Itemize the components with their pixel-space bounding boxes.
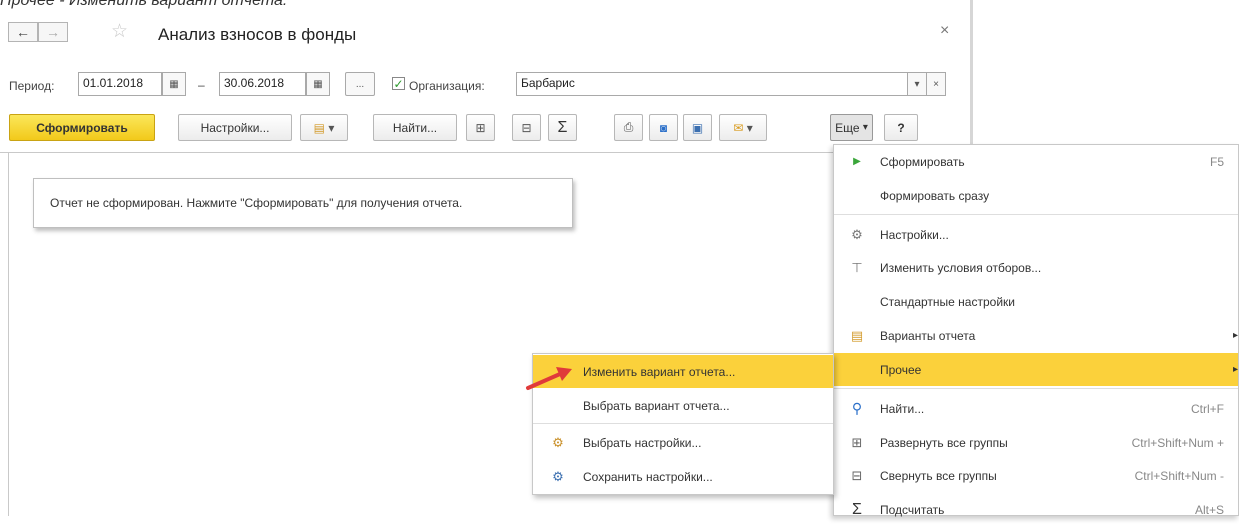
filter-icon: ⊤ [851, 259, 863, 275]
report-variants-icon: ▤ [850, 327, 864, 343]
preview-icon: ◙ [659, 120, 668, 135]
email-button[interactable]: ✉ ▾ [719, 114, 767, 141]
menu-item-settings[interactable]: ⚙ Настройки... [834, 218, 1238, 251]
toolbar-separator [0, 152, 969, 153]
caption-text: Прочее - Изменить вариант отчета. [0, 0, 288, 9]
menu-item-standard-settings[interactable]: Стандартные настройки [834, 285, 1238, 318]
chevron-down-icon: ▾ [914, 78, 920, 90]
expand-groups-icon: ⊞ [851, 434, 863, 450]
submenu-arrow-icon: ▸ [1232, 364, 1238, 375]
search-icon: ⚲ [851, 400, 863, 416]
close-icon[interactable]: × [940, 22, 949, 40]
chevron-down-icon: ▾ [862, 122, 868, 133]
back-arrow-icon: ← [16, 24, 30, 40]
check-icon: ✓ [393, 76, 404, 91]
menu-item-other[interactable]: Прочее ▸ [834, 353, 1238, 386]
window-title: Анализ взносов в фонды [158, 25, 357, 44]
report-not-generated-notice: Отчет не сформирован. Нажмите "Сформиров… [33, 178, 573, 228]
menu-item-generate-immediately[interactable]: Формировать сразу [834, 179, 1238, 212]
play-icon: ▶ [853, 156, 861, 167]
help-button[interactable]: ? [884, 114, 918, 141]
envelope-icon: ✉ [733, 120, 744, 135]
menu-item-collapse-groups[interactable]: ⊟ Свернуть все группы Ctrl+Shift+Num - [834, 459, 1238, 492]
settings-icon: ⚙ [851, 226, 863, 242]
settings-button[interactable]: Настройки... [178, 114, 292, 141]
period-label: Период: [9, 79, 55, 93]
calendar-icon: ▦ [169, 78, 179, 90]
select-settings-icon: ⚙ [552, 434, 564, 450]
calendar-to-button[interactable]: ▦ [306, 72, 330, 96]
report-variants-icon: ▤ [313, 120, 325, 135]
expand-groups-icon: ⊞ [475, 120, 486, 135]
sum-button[interactable]: Σ [548, 114, 577, 141]
menu-item-change-filters[interactable]: ⊤ Изменить условия отборов... [834, 251, 1238, 284]
submenu-item-save-settings[interactable]: ⚙ Сохранить настройки... [533, 460, 833, 493]
save-settings-icon: ⚙ [552, 468, 564, 484]
red-pointer-arrow [526, 367, 572, 390]
menu-item-generate[interactable]: ▶ Сформировать F5 [834, 145, 1238, 178]
report-variants-button[interactable]: ▤ ▾ [300, 114, 348, 141]
floppy-icon: ▣ [691, 120, 704, 135]
sum-icon: Σ [557, 118, 568, 136]
find-button[interactable]: Найти... [373, 114, 457, 141]
collapse-groups-icon: ⊟ [521, 120, 532, 135]
print-button[interactable]: ⎙ [614, 114, 643, 141]
more-button[interactable]: Еще ▾ [830, 114, 873, 141]
submenu-separator [533, 423, 833, 424]
report-area-border [8, 153, 9, 516]
menu-item-expand-groups[interactable]: ⊞ Развернуть все группы Ctrl+Shift+Num + [834, 426, 1238, 459]
forward-arrow-icon: → [46, 24, 60, 40]
more-menu: ▶ Сформировать F5 Формировать сразу ⚙ На… [833, 144, 1239, 518]
forward-button[interactable]: → [38, 22, 68, 42]
collapse-groups-icon: ⊟ [851, 467, 863, 483]
period-to-input[interactable]: 30.06.2018 [219, 72, 306, 96]
menu-separator [834, 214, 1238, 215]
period-from-input[interactable]: 01.01.2018 [78, 72, 162, 96]
organization-clear-button[interactable]: × [926, 72, 946, 96]
clear-icon: × [933, 78, 939, 90]
back-button[interactable]: ← [8, 22, 38, 42]
organization-checkbox[interactable]: ✓ [392, 76, 405, 91]
organization-label: Организация: [409, 79, 485, 93]
menu-item-calculate[interactable]: Σ Подсчитать Alt+S [834, 493, 1238, 526]
organization-dropdown-button[interactable]: ▾ [907, 72, 927, 96]
collapse-groups-button[interactable]: ⊟ [512, 114, 541, 141]
save-button[interactable]: ▣ [683, 114, 712, 141]
calendar-icon: ▦ [313, 78, 323, 90]
printer-icon: ⎙ [623, 120, 634, 134]
generate-button[interactable]: Сформировать [9, 114, 155, 141]
period-select-button[interactable]: ... [345, 72, 375, 96]
favorite-star-icon[interactable]: ☆ [111, 22, 128, 42]
submenu-arrow-icon: ▸ [1232, 330, 1238, 341]
menu-item-report-variants[interactable]: ▤ Варианты отчета ▸ [834, 319, 1238, 352]
menu-separator [834, 388, 1238, 389]
expand-groups-button[interactable]: ⊞ [466, 114, 495, 141]
preview-button[interactable]: ◙ [649, 114, 678, 141]
period-dash: – [198, 78, 205, 92]
chevron-down-icon: ▾ [328, 120, 335, 135]
menu-item-find[interactable]: ⚲ Найти... Ctrl+F [834, 392, 1238, 425]
chevron-down-icon: ▾ [746, 120, 753, 135]
organization-input[interactable]: Барбарис [516, 72, 908, 96]
calendar-from-button[interactable]: ▦ [162, 72, 186, 96]
submenu-item-select-settings[interactable]: ⚙ Выбрать настройки... [533, 426, 833, 459]
